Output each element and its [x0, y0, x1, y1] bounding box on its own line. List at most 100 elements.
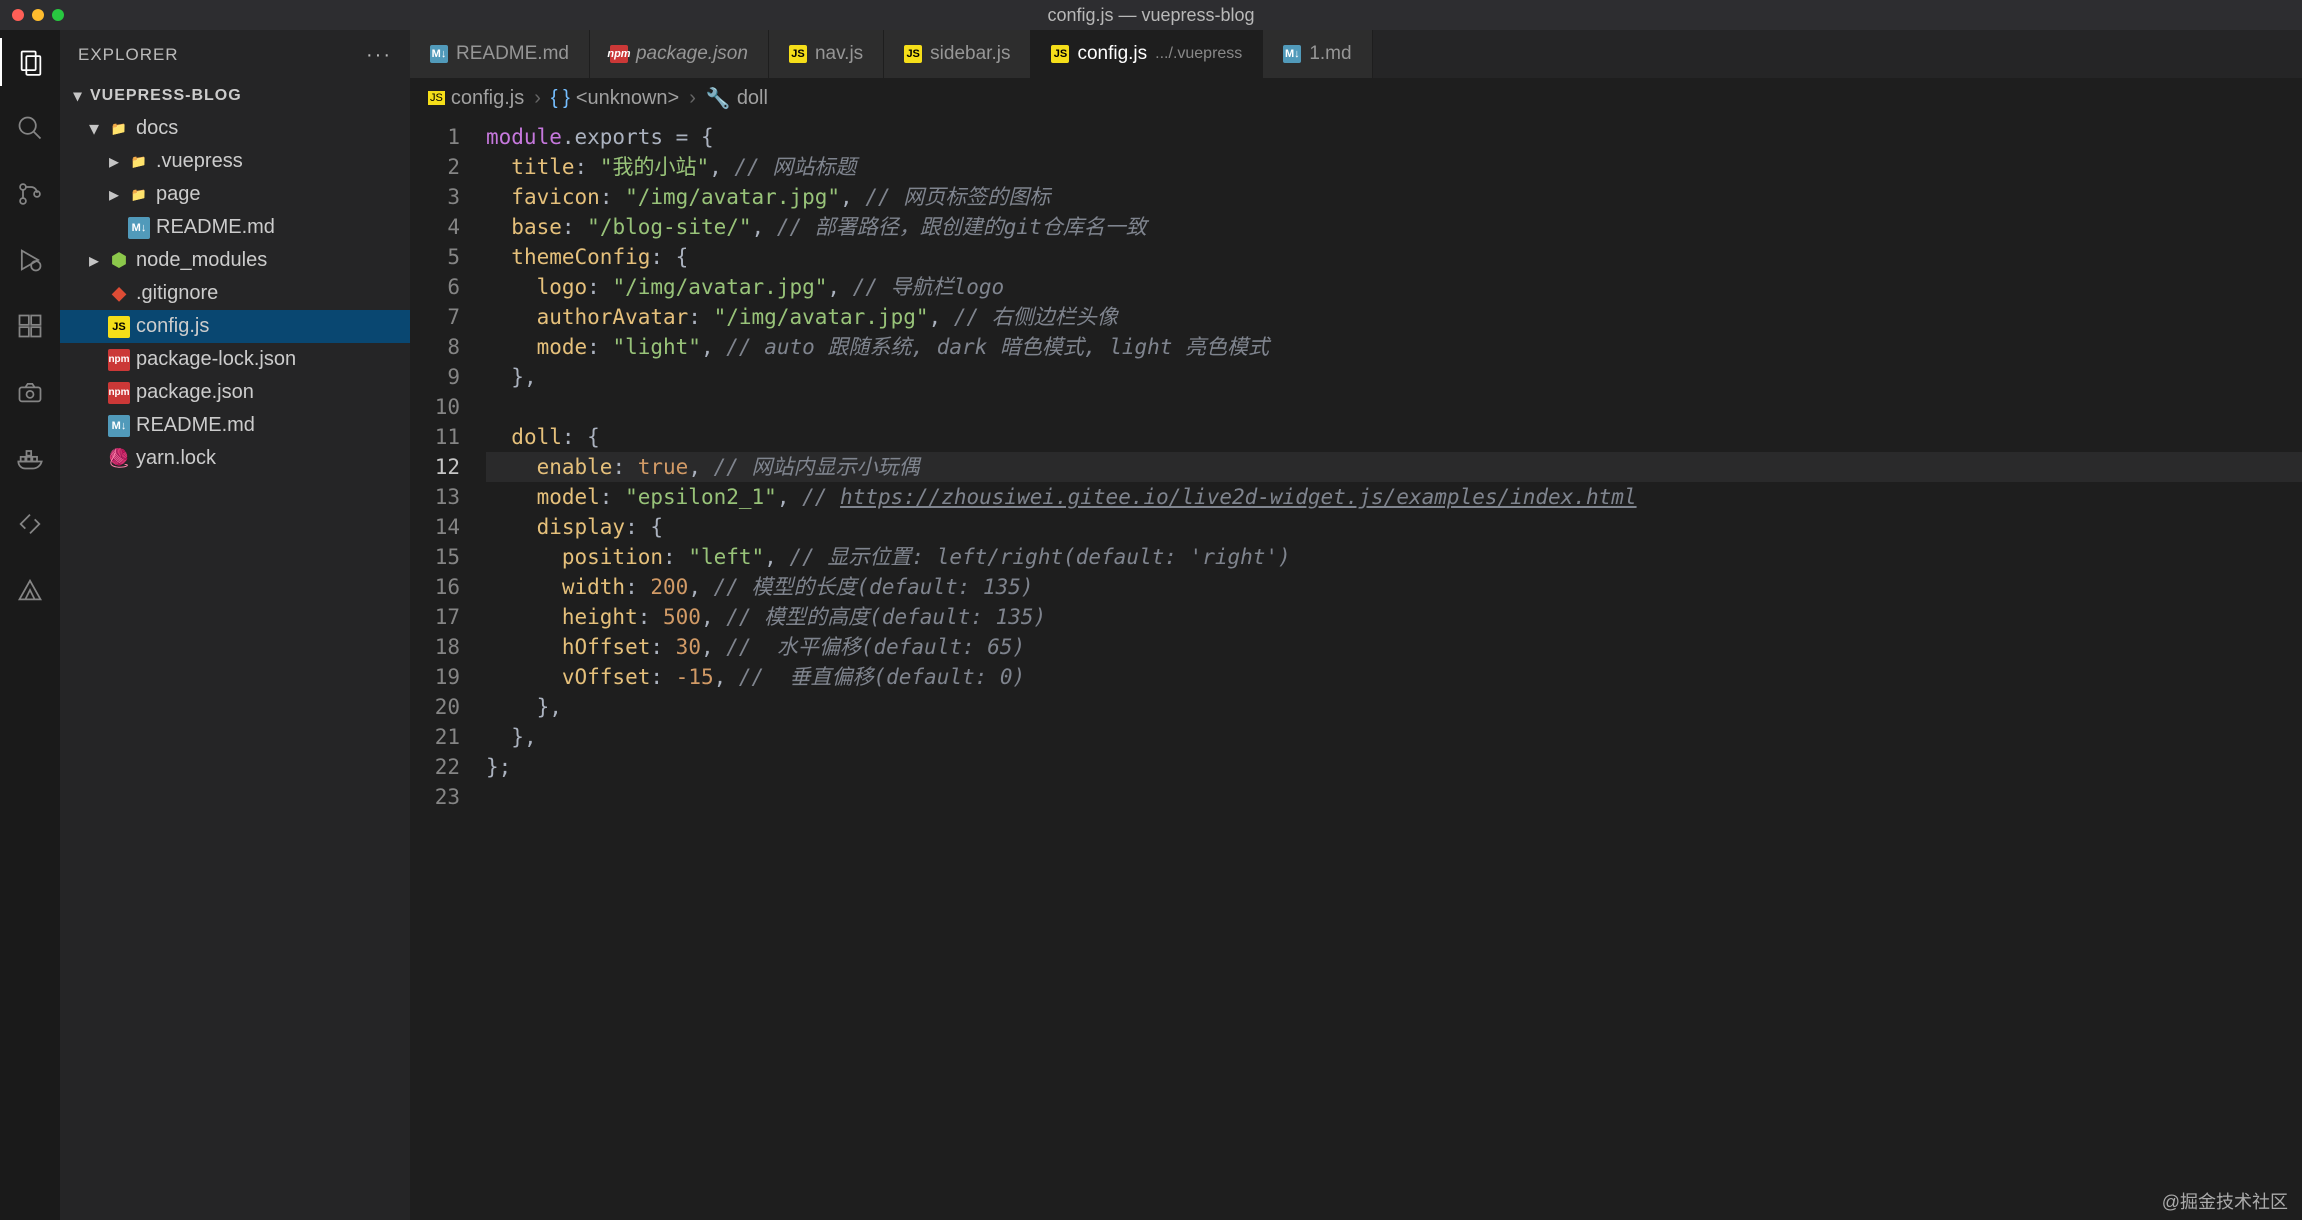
code-content[interactable]: module.exports = { title: "我的小站", // 网站标…: [486, 118, 2302, 1220]
js-icon: JS: [428, 91, 445, 105]
run-debug-icon[interactable]: [0, 236, 60, 284]
file-tree: ▾📁docs▸📁.vuepress▸📁pageM↓README.md▸⬢node…: [60, 112, 410, 475]
chevron-icon: ▸: [106, 149, 122, 174]
git-icon: ◆: [108, 283, 130, 305]
close-window-button[interactable]: [12, 9, 24, 21]
code-line[interactable]: },: [486, 692, 2302, 722]
sidebar-more-button[interactable]: ···: [366, 44, 392, 67]
code-line[interactable]: module.exports = {: [486, 122, 2302, 152]
extensions-icon[interactable]: [0, 302, 60, 350]
tab-README-md[interactable]: M↓ README.md: [410, 30, 590, 78]
code-line[interactable]: [486, 392, 2302, 422]
tab-path-suffix: .../.vuepress: [1155, 45, 1242, 63]
tab-1-md[interactable]: M↓1.md: [1263, 30, 1372, 78]
chevron-icon: ▾: [86, 116, 102, 141]
minimize-window-button[interactable]: [32, 9, 44, 21]
tab-label: README.md: [456, 43, 569, 65]
source-control-icon[interactable]: [0, 170, 60, 218]
code-line[interactable]: favicon: "/img/avatar.jpg", // 网页标签的图标: [486, 182, 2302, 212]
tree-item-label: config.js: [136, 315, 209, 338]
tab-nav-js[interactable]: JS nav.js: [769, 30, 884, 78]
tab-package-json[interactable]: npm package.json: [590, 30, 769, 78]
code-line[interactable]: themeConfig: {: [486, 242, 2302, 272]
search-icon[interactable]: [0, 104, 60, 152]
code-line[interactable]: hOffset: 30, // 水平偏移(default: 65): [486, 632, 2302, 662]
code-line[interactable]: },: [486, 722, 2302, 752]
tab-label: nav.js: [815, 43, 863, 65]
tab-config-js[interactable]: JS config.js .../.vuepress: [1031, 30, 1263, 78]
tab-label: package.json: [636, 43, 748, 65]
code-line[interactable]: doll: {: [486, 422, 2302, 452]
yarn-icon: 🧶: [108, 448, 130, 470]
markdown-icon: M↓: [128, 217, 150, 239]
explorer-icon[interactable]: [0, 38, 60, 86]
tab-label: 1.md: [1309, 43, 1351, 65]
code-line[interactable]: model: "epsilon2_1", // https://zhousiwe…: [486, 482, 2302, 512]
tree-item--gitignore[interactable]: ◆ .gitignore: [60, 277, 410, 310]
chevron-right-icon: ›: [689, 87, 696, 110]
camera-icon[interactable]: [0, 368, 60, 416]
code-line[interactable]: logo: "/img/avatar.jpg", // 导航栏logo: [486, 272, 2302, 302]
js-icon: JS: [1051, 45, 1069, 63]
code-line[interactable]: title: "我的小站", // 网站标题: [486, 152, 2302, 182]
code-line[interactable]: },: [486, 362, 2302, 392]
project-header[interactable]: ▾ VUEPRESS-BLOG: [60, 80, 410, 112]
tree-item-docs[interactable]: ▾📁docs: [60, 112, 410, 145]
braces-icon: { }: [551, 87, 570, 110]
remote-icon[interactable]: [0, 500, 60, 548]
js-icon: JS: [108, 316, 130, 338]
folder-icon: 📁: [128, 184, 150, 206]
tree-item-yarn-lock[interactable]: 🧶 yarn.lock: [60, 442, 410, 475]
tree-item-README-md[interactable]: M↓README.md: [60, 211, 410, 244]
code-line[interactable]: authorAvatar: "/img/avatar.jpg", // 右侧边栏…: [486, 302, 2302, 332]
tab-label: sidebar.js: [930, 43, 1010, 65]
code-line[interactable]: };: [486, 752, 2302, 782]
tree-item-package-json[interactable]: npmpackage.json: [60, 376, 410, 409]
tab-sidebar-js[interactable]: JSsidebar.js: [884, 30, 1031, 78]
breadcrumbs[interactable]: JSconfig.js › { }<unknown> › 🔧doll: [410, 78, 2302, 118]
watermark: @掘金技术社区: [2162, 1188, 2288, 1214]
tree-item-page[interactable]: ▸ 📁 page: [60, 178, 410, 211]
window-title: config.js — vuepress-blog: [1047, 5, 1254, 26]
chevron-icon: ▸: [106, 182, 122, 207]
project-icon[interactable]: [0, 566, 60, 614]
chevron-right-icon: ›: [534, 87, 541, 110]
code-line[interactable]: position: "left", // 显示位置: left/right(de…: [486, 542, 2302, 572]
activity-bar: [0, 30, 60, 1220]
code-line[interactable]: enable: true, // 网站内显示小玩偶: [486, 452, 2302, 482]
code-line[interactable]: [486, 782, 2302, 812]
npm-icon: npm: [610, 45, 628, 63]
tree-item-label: yarn.lock: [136, 447, 216, 470]
tab-label: config.js: [1077, 43, 1147, 65]
tree-item-label: .gitignore: [136, 282, 218, 305]
titlebar: config.js — vuepress-blog: [0, 0, 2302, 30]
tree-item-config-js[interactable]: JS config.js: [60, 310, 410, 343]
npm-icon: npm: [108, 349, 130, 371]
code-line[interactable]: width: 200, // 模型的长度(default: 135): [486, 572, 2302, 602]
traffic-lights: [12, 9, 64, 21]
tree-item-label: node_modules: [136, 249, 267, 272]
tree-item-label: page: [156, 183, 201, 206]
npm-icon: npm: [108, 382, 130, 404]
nodejs-icon: ⬢: [108, 250, 130, 272]
project-name: VUEPRESS-BLOG: [90, 87, 242, 105]
markdown-icon: M↓: [430, 45, 448, 63]
tree-item-node-modules[interactable]: ▸ ⬢ node_modules: [60, 244, 410, 277]
tree-item-package-lock-json[interactable]: npmpackage-lock.json: [60, 343, 410, 376]
tree-item-README-md[interactable]: M↓README.md: [60, 409, 410, 442]
folder-icon: 📁: [128, 151, 150, 173]
tabs-bar: M↓README.mdnpmpackage.jsonJSnav.jsJSside…: [410, 30, 2302, 78]
editor[interactable]: 1234567891011121314151617181920212223 mo…: [410, 118, 2302, 1220]
code-line[interactable]: display: {: [486, 512, 2302, 542]
code-line[interactable]: base: "/blog-site/", // 部署路径，跟创建的git仓库名一…: [486, 212, 2302, 242]
code-line[interactable]: vOffset: -15, // 垂直偏移(default: 0): [486, 662, 2302, 692]
docker-icon[interactable]: [0, 434, 60, 482]
code-line[interactable]: height: 500, // 模型的高度(default: 135): [486, 602, 2302, 632]
code-line[interactable]: mode: "light", // auto 跟随系统, dark 暗色模式, …: [486, 332, 2302, 362]
chevron-icon: ▸: [86, 248, 102, 273]
maximize-window-button[interactable]: [52, 9, 64, 21]
wrench-icon: 🔧: [706, 86, 731, 111]
js-icon: JS: [789, 45, 807, 63]
folder-icon: 📁: [108, 118, 130, 140]
tree-item--vuepress[interactable]: ▸📁.vuepress: [60, 145, 410, 178]
